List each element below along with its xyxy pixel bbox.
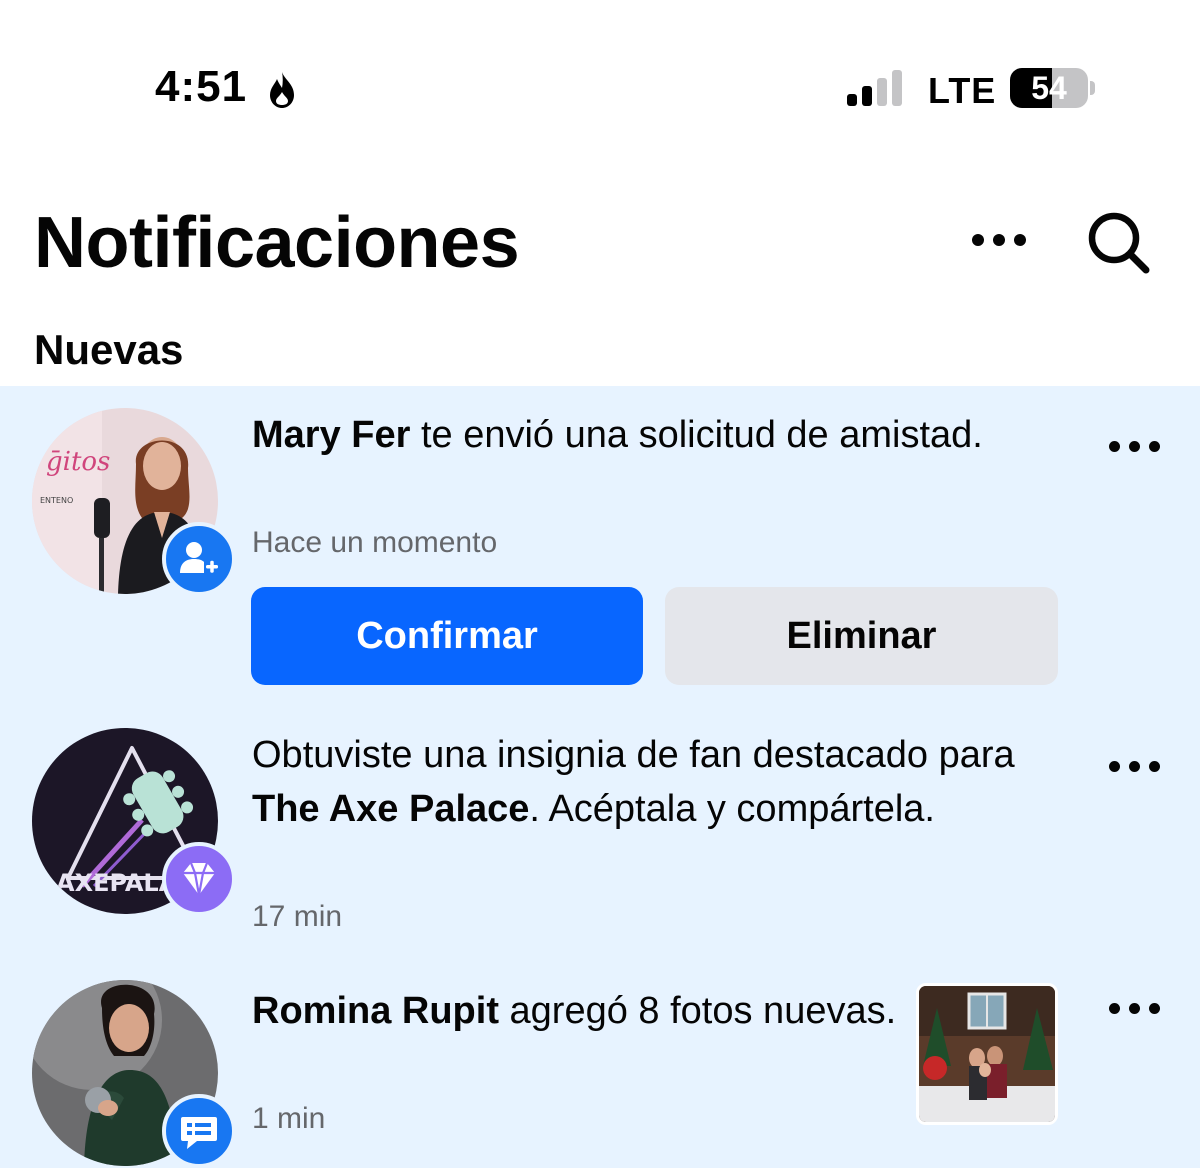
avatar-wrapper xyxy=(32,980,236,1168)
svg-text:ḡitos: ḡitos xyxy=(46,447,110,477)
more-options-button[interactable] xyxy=(962,214,1036,266)
notification-more-button[interactable] xyxy=(1098,988,1170,1028)
notification-text: Mary Fer te envió una solicitud de amist… xyxy=(252,408,1042,462)
page-name[interactable]: The Axe Palace xyxy=(252,788,529,830)
battery-percentage: 54 xyxy=(1031,70,1067,106)
notification-message: te envió una solicitud de amistad. xyxy=(410,414,983,456)
more-horizontal-icon xyxy=(972,234,984,246)
notification-more-button[interactable] xyxy=(1098,746,1170,786)
section-title-new: Nuevas xyxy=(34,326,184,373)
notification-text: Obtuviste una insignia de fan destacado … xyxy=(252,728,1042,836)
confirm-button[interactable]: Confirmar xyxy=(251,587,643,685)
notification-time: 1 min xyxy=(252,1102,326,1135)
notification-message-end: . Acéptala y compártela. xyxy=(529,788,935,830)
search-icon[interactable] xyxy=(1082,206,1154,278)
diamond-icon xyxy=(183,862,215,897)
actor-name[interactable]: Mary Fer xyxy=(252,414,410,456)
delete-button[interactable]: Eliminar xyxy=(665,587,1058,685)
add-friend-icon xyxy=(180,542,218,573)
svg-text:ENTENO: ENTENO xyxy=(40,496,73,505)
more-horizontal-icon xyxy=(1108,440,1120,452)
fan-badge xyxy=(162,842,236,916)
battery-cap xyxy=(1090,81,1095,95)
more-horizontal-icon xyxy=(1108,760,1120,772)
status-bar: 4:51 LTE 54 xyxy=(0,0,1200,180)
battery-icon: 54 xyxy=(1010,68,1088,108)
notification-message: Obtuviste una insignia de fan destacado … xyxy=(252,734,1015,776)
page-title: Notificaciones xyxy=(34,203,520,283)
message-icon xyxy=(181,1117,217,1149)
network-type: LTE xyxy=(928,70,997,111)
status-time: 4:51 xyxy=(155,62,248,111)
avatar-wrapper: ḡitos ENTENO xyxy=(32,408,236,596)
actor-name[interactable]: Romina Rupit xyxy=(252,990,499,1032)
notification-time: Hace un momento xyxy=(252,526,498,559)
more-horizontal-icon xyxy=(1108,1002,1120,1014)
notification-time: 17 min xyxy=(252,900,343,933)
notification-message: agregó 8 fotos nuevas. xyxy=(498,990,897,1032)
photo-preview xyxy=(919,986,1055,1122)
cellular-signal-icon xyxy=(847,70,902,106)
notification-more-button[interactable] xyxy=(1098,426,1170,466)
flame-icon xyxy=(270,72,294,108)
notifications-list: ḡitos ENTENO Mary Fer te envió una solic… xyxy=(0,386,1200,1168)
avatar-wrapper: AXEPALA xyxy=(32,728,236,916)
message-badge xyxy=(162,1094,236,1168)
logo-text: AXEPALA xyxy=(56,869,178,897)
photo-thumbnail[interactable] xyxy=(916,983,1058,1125)
friend-request-badge xyxy=(162,522,236,596)
